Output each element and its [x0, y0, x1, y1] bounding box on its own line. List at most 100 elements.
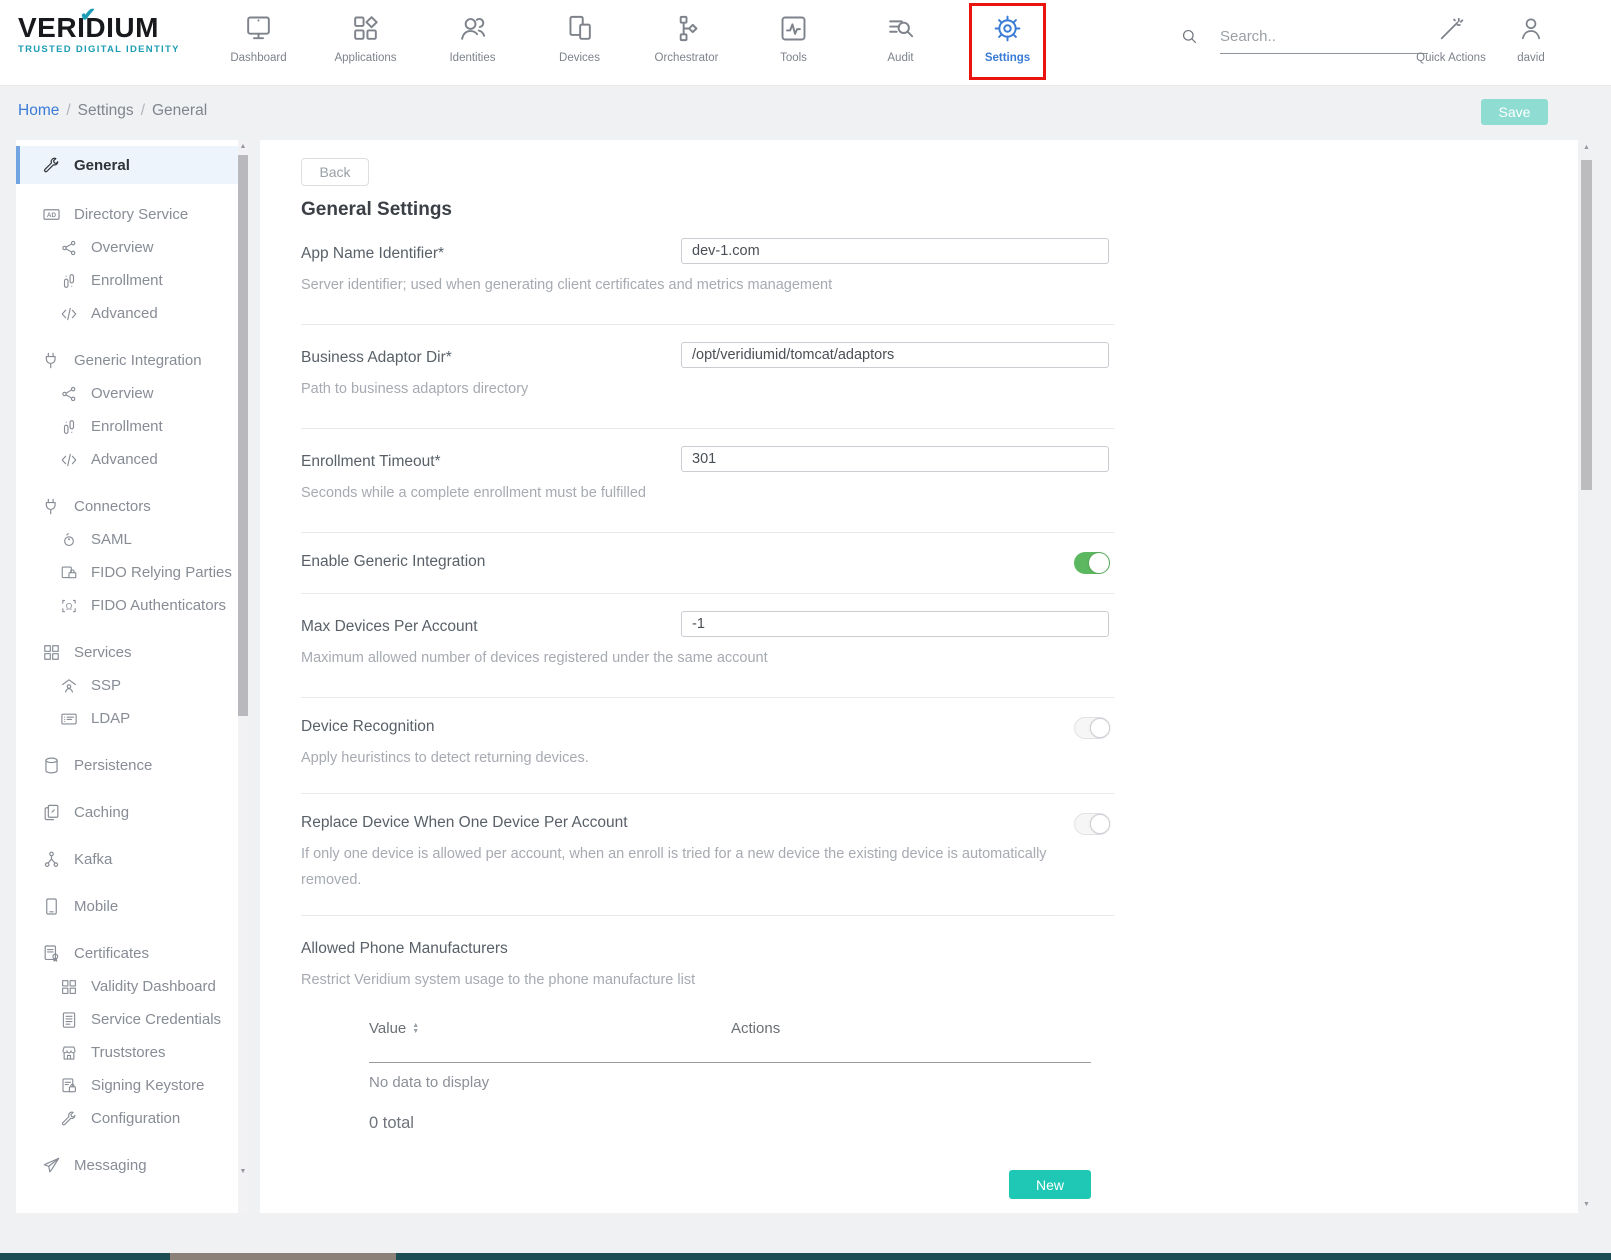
nav-item-settings[interactable]: Settings [954, 5, 1061, 64]
breadcrumb-item-settings[interactable]: Settings [78, 102, 134, 119]
code-icon [60, 451, 78, 469]
app-name-identifier-input[interactable] [681, 238, 1109, 264]
brand-logo[interactable]: VERIDIUM ✔ TRUSTED DIGITAL IDENTITY [18, 13, 188, 55]
sidebar-item-label: General [74, 157, 130, 174]
enrollment-icon [60, 418, 78, 436]
nav-item-label: Applications [312, 52, 419, 64]
new-button[interactable]: New [1009, 1170, 1091, 1199]
sidebar-item-connectors[interactable]: Connectors [16, 490, 248, 523]
sidebar-item-mobile[interactable]: Mobile [16, 890, 248, 923]
sidebar-item-advanced[interactable]: Advanced [16, 297, 248, 330]
form-row-device-recognition: Device Recognition Apply heuristincs to d… [301, 698, 1114, 794]
nav-item-orchestrator[interactable]: Orchestrator [633, 5, 740, 64]
nav-item-applications[interactable]: Applications [312, 5, 419, 64]
top-bar: VERIDIUM ✔ TRUSTED DIGITAL IDENTITY Dash… [0, 0, 1611, 86]
settings-icon [954, 5, 1061, 51]
sort-desc-icon[interactable]: ▼ [412, 1029, 419, 1035]
sidebar-item-services[interactable]: Services [16, 636, 248, 669]
form-row-enrollment-timeout: Enrollment Timeout*Seconds while a compl… [301, 429, 1114, 533]
bottom-edge-segment [170, 1253, 396, 1260]
sidebar-item-label: FIDO Authenticators [91, 597, 226, 614]
field-help: Seconds while a complete enrollment must… [301, 480, 1083, 506]
sidebar-scrollbar-thumb[interactable] [238, 155, 248, 716]
toggle-knob [1090, 814, 1110, 834]
nav-item-identities[interactable]: Identities [419, 5, 526, 64]
sidebar-item-ldap[interactable]: LDAP [16, 702, 248, 735]
enable-generic-integration-toggle[interactable] [1074, 552, 1110, 574]
scroll-down-icon[interactable]: ▼ [238, 1167, 248, 1177]
document-icon [60, 1011, 78, 1029]
enrollment-timeout-input[interactable] [681, 446, 1109, 472]
quick-actions-label: Quick Actions [1412, 52, 1490, 64]
sidebar-item-label: Kafka [74, 851, 112, 868]
sidebar-item-caching[interactable]: Caching [16, 796, 248, 829]
back-button[interactable]: Back [301, 158, 369, 186]
sidebar-item-label: Certificates [74, 945, 149, 962]
scroll-up-icon[interactable]: ▲ [238, 142, 248, 152]
nav-item-audit[interactable]: Audit [847, 5, 954, 64]
database-icon [42, 756, 61, 775]
sidebar-item-overview[interactable]: Overview [16, 231, 248, 264]
field-help: If only one device is allowed per accoun… [301, 841, 1083, 893]
sidebar-item-advanced[interactable]: Advanced [16, 443, 248, 476]
save-button[interactable]: Save [1481, 99, 1548, 125]
sidebar-item-generic-integration[interactable]: Generic Integration [16, 344, 248, 377]
user-icon [1502, 7, 1560, 51]
nav-item-devices[interactable]: Devices [526, 5, 633, 64]
nav-item-label: Settings [954, 52, 1061, 64]
search-input[interactable] [1220, 20, 1428, 54]
sidebar-item-fido-authenticators[interactable]: ΩFIDO Authenticators [16, 589, 248, 622]
breadcrumb-item-home[interactable]: Home [18, 102, 59, 119]
nav-item-label: Tools [740, 52, 847, 64]
brand-check-icon: ✔ [80, 4, 96, 27]
nav-item-dashboard[interactable]: Dashboard [205, 5, 312, 64]
sidebar-scrollbar[interactable]: ▲ ▼ [238, 140, 248, 1213]
sidebar-item-label: Connectors [74, 498, 151, 515]
sidebar-item-label: Mobile [74, 898, 118, 915]
replace-device-when-one-device-per-account-toggle[interactable] [1074, 813, 1110, 835]
sidebar-item-ssp[interactable]: SSP [16, 669, 248, 702]
sidebar-item-directory-service[interactable]: ADDirectory Service [16, 198, 248, 231]
magic-wand-icon [1412, 7, 1490, 51]
sidebar-item-label: Messaging [74, 1157, 147, 1174]
breadcrumb-separator: / [141, 102, 145, 119]
field-help: Apply heuristincs to detect returning de… [301, 745, 1083, 771]
identities-icon [419, 5, 526, 51]
sidebar-item-enrollment[interactable]: Enrollment [16, 264, 248, 297]
sidebar-item-truststores[interactable]: Truststores [16, 1036, 248, 1069]
nav-item-tools[interactable]: Tools [740, 5, 847, 64]
sidebar-item-signing-keystore[interactable]: Signing Keystore [16, 1069, 248, 1102]
scroll-up-icon[interactable]: ▲ [1580, 143, 1593, 153]
sidebar-item-label: SSP [91, 677, 121, 694]
dashboard-icon [205, 5, 312, 51]
sidebar-item-kafka[interactable]: Kafka [16, 843, 248, 876]
sidebar-item-messaging[interactable]: Messaging [16, 1149, 248, 1182]
content-scrollbar[interactable]: ▲ ▼ [1580, 140, 1593, 1213]
sidebar-item-fido-relying-parties[interactable]: FIDO Relying Parties [16, 556, 248, 589]
sidebar-item-enrollment[interactable]: Enrollment [16, 410, 248, 443]
tools-icon [740, 5, 847, 51]
sidebar-item-certificates[interactable]: Certificates [16, 937, 248, 970]
table-total-count: 0 total [369, 1114, 1091, 1133]
field-label: Device Recognition [301, 718, 1114, 736]
sidebar-item-validity-dashboard[interactable]: Validity Dashboard [16, 970, 248, 1003]
device-recognition-toggle[interactable] [1074, 717, 1110, 739]
sidebar-item-label: Overview [91, 239, 154, 256]
max-devices-per-account-input[interactable] [681, 611, 1109, 637]
sidebar-item-saml[interactable]: SAML [16, 523, 248, 556]
column-header-value[interactable]: Value▲▼ [369, 1020, 731, 1037]
quick-actions-button[interactable]: Quick Actions [1412, 7, 1490, 64]
sidebar-item-overview[interactable]: Overview [16, 377, 248, 410]
sidebar-item-service-credentials[interactable]: Service Credentials [16, 1003, 248, 1036]
scroll-down-icon[interactable]: ▼ [1580, 1200, 1593, 1210]
sidebar-item-configuration[interactable]: Configuration [16, 1102, 248, 1135]
field-help: Server identifier; used when generating … [301, 272, 1083, 298]
sidebar-item-label: Advanced [91, 451, 158, 468]
mobile-icon [42, 897, 61, 916]
business-adaptor-dir-input[interactable] [681, 342, 1109, 368]
content-scrollbar-thumb[interactable] [1581, 160, 1592, 490]
page-title: General Settings [301, 199, 1578, 221]
sidebar-item-persistence[interactable]: Persistence [16, 749, 248, 782]
sidebar-item-general[interactable]: General [16, 146, 248, 184]
user-menu[interactable]: david [1502, 7, 1560, 64]
